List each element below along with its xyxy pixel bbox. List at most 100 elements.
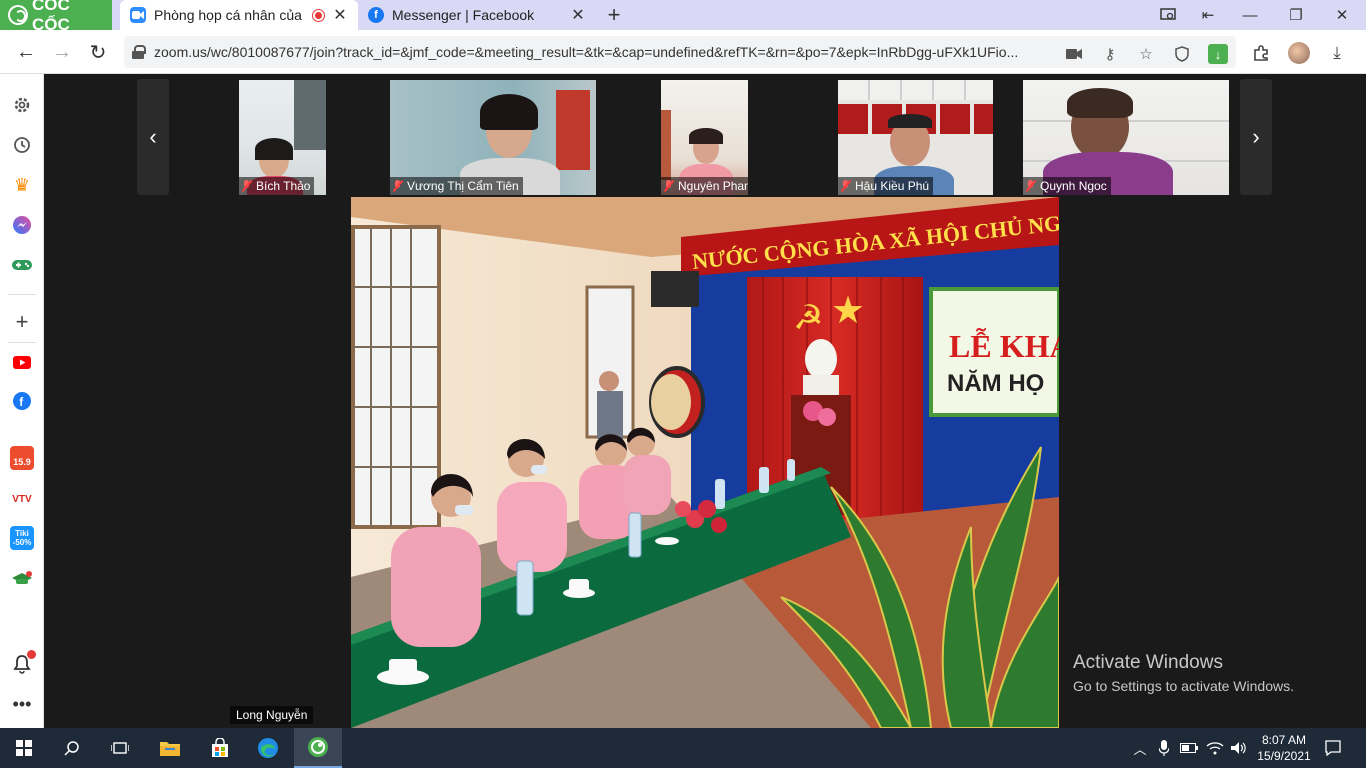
microphone-muted-icon bbox=[241, 180, 253, 192]
tiki-label: Tiki bbox=[15, 529, 29, 538]
tab-title: Messenger | Facebook bbox=[392, 7, 535, 23]
restore-button[interactable]: ❐ bbox=[1274, 0, 1318, 30]
shield-icon[interactable] bbox=[1172, 44, 1192, 64]
minimize-button[interactable]: — bbox=[1228, 0, 1272, 30]
battery-icon[interactable] bbox=[1178, 728, 1200, 768]
key-icon[interactable]: ⚷ bbox=[1100, 44, 1120, 64]
close-tab-icon[interactable]: ✕ bbox=[332, 5, 348, 25]
vtv-go-icon[interactable]: VTV bbox=[10, 487, 34, 511]
store-icon[interactable] bbox=[196, 728, 244, 768]
sidebar-divider bbox=[8, 294, 36, 295]
forward-button[interactable]: → bbox=[48, 38, 76, 66]
vtv-label: VTV bbox=[12, 493, 32, 505]
close-tab-icon[interactable]: ✕ bbox=[570, 5, 586, 25]
recording-indicator-icon bbox=[313, 9, 324, 21]
start-button[interactable] bbox=[0, 728, 48, 768]
zoom-meeting-view: ‹ › Bích Thảo Vương Thị Cẩm Tiên Nguyên … bbox=[44, 74, 1366, 728]
profile-avatar[interactable] bbox=[1288, 42, 1310, 64]
activate-title: Activate Windows bbox=[1073, 652, 1223, 673]
previous-page-button[interactable]: ‹ bbox=[137, 79, 169, 195]
notifications-icon[interactable] bbox=[10, 650, 36, 676]
participant-video-tile[interactable]: Quynh Ngoc bbox=[1023, 80, 1229, 195]
facebook-icon[interactable]: f bbox=[10, 389, 34, 413]
zoom-icon bbox=[130, 7, 146, 23]
participant-name-label: Hậu Kiều Phú bbox=[838, 177, 934, 195]
notification-badge bbox=[27, 650, 36, 659]
browser-brand[interactable]: CỐC CỐC bbox=[0, 0, 112, 34]
url-text[interactable]: zoom.us/wc/8010087677/join?track_id=&jmf… bbox=[154, 44, 1054, 60]
tab-search-icon[interactable] bbox=[1146, 0, 1190, 30]
extensions-icon[interactable] bbox=[1250, 42, 1272, 64]
shopee-icon[interactable]: 15.9 bbox=[10, 446, 34, 470]
add-icon[interactable]: + bbox=[10, 309, 34, 334]
edge-browser-icon[interactable] bbox=[244, 728, 292, 768]
youtube-icon[interactable] bbox=[10, 350, 34, 374]
bookmark-star-icon[interactable]: ☆ bbox=[1136, 44, 1156, 64]
clock-date: 15/9/2021 bbox=[1257, 749, 1311, 763]
microphone-muted-icon bbox=[840, 180, 852, 192]
action-center-icon[interactable] bbox=[1318, 728, 1348, 768]
microphone-muted-icon bbox=[663, 180, 675, 192]
settings-icon[interactable] bbox=[10, 93, 34, 117]
microphone-muted-icon bbox=[1025, 180, 1037, 192]
gamepad-icon[interactable] bbox=[10, 253, 34, 277]
new-tab-button[interactable]: + bbox=[602, 2, 626, 28]
back-button[interactable]: ← bbox=[12, 38, 40, 66]
tab-bar: CỐC CỐC Phòng họp cá nhân của L ✕ f Mess… bbox=[0, 0, 1366, 34]
show-hidden-icons-icon[interactable]: ︿ bbox=[1130, 728, 1150, 768]
volume-icon[interactable] bbox=[1228, 728, 1250, 768]
task-view-icon[interactable] bbox=[96, 728, 144, 768]
tiki-badge: -50% bbox=[12, 538, 32, 547]
participant-name-label: Vương Thị Cẩm Tiên bbox=[390, 177, 523, 195]
crown-icon[interactable]: ♛ bbox=[10, 173, 34, 197]
hammer-sickle-icon: ☭ bbox=[793, 298, 823, 338]
participant-video-tile[interactable]: Bích Thảo bbox=[239, 80, 326, 195]
downloads-icon[interactable]: ⤓ bbox=[1326, 42, 1348, 64]
active-speaker-name: Long Nguyễn bbox=[230, 706, 314, 724]
tab-title: Phòng họp cá nhân của L bbox=[154, 7, 305, 23]
messenger-icon[interactable] bbox=[10, 213, 34, 237]
ceremony-scene-image: NƯỚC CỘNG HÒA XÃ HỘI CHỦ NGHĨA VIỆ ☭ ★ L… bbox=[351, 197, 1059, 728]
board-title: LỄ KHA bbox=[949, 328, 1059, 364]
activate-subtitle: Go to Settings to activate Windows. bbox=[1073, 678, 1294, 694]
participant-name-label: Quynh Ngoc bbox=[1023, 177, 1111, 195]
wifi-icon[interactable] bbox=[1204, 728, 1226, 768]
close-window-button[interactable]: ✕ bbox=[1320, 0, 1364, 30]
reload-button[interactable]: ↻ bbox=[84, 38, 112, 66]
microphone-icon[interactable] bbox=[1154, 728, 1174, 768]
search-icon[interactable] bbox=[48, 728, 96, 768]
coccoc-taskbar-icon[interactable] bbox=[294, 728, 342, 768]
sidebar-toggle-icon[interactable]: ⇤ bbox=[1186, 0, 1230, 30]
active-speaker-video[interactable]: NƯỚC CỘNG HÒA XÃ HỘI CHỦ NGHĨA VIỆ ☭ ★ L… bbox=[351, 197, 1059, 728]
address-toolbar: ← → ↻ zoom.us/wc/8010087677/join?track_i… bbox=[0, 30, 1366, 74]
system-clock[interactable]: 8:07 AM 15/9/2021 bbox=[1248, 732, 1320, 764]
download-video-icon[interactable]: ↓ bbox=[1208, 44, 1228, 64]
shopee-label: 15.9 bbox=[13, 457, 31, 467]
activate-windows-watermark: Activate Windows Go to Settings to activ… bbox=[1073, 652, 1294, 694]
browser-sidebar: ♛ + f 15.9 VTV Tiki -50% ••• bbox=[0, 74, 44, 728]
lock-icon[interactable] bbox=[132, 45, 146, 59]
clock-time: 8:07 AM bbox=[1261, 733, 1307, 747]
education-icon[interactable] bbox=[10, 567, 34, 591]
facebook-icon: f bbox=[368, 7, 384, 23]
participant-video-tile[interactable]: Vương Thị Cẩm Tiên bbox=[390, 80, 596, 195]
tab-zoom-meeting[interactable]: Phòng họp cá nhân của L ✕ bbox=[120, 0, 358, 30]
tab-messenger[interactable]: f Messenger | Facebook ✕ bbox=[358, 0, 596, 30]
coccoc-logo-icon bbox=[8, 5, 28, 25]
file-explorer-icon[interactable] bbox=[146, 728, 194, 768]
participant-name-label: Bích Thảo bbox=[239, 177, 315, 195]
participant-video-tile[interactable]: Nguyên Phan Thảo bbox=[661, 80, 748, 195]
camera-icon[interactable] bbox=[1064, 44, 1084, 64]
microphone-muted-icon bbox=[392, 180, 404, 192]
participant-name-label: Nguyên Phan Thảo bbox=[661, 177, 748, 195]
star-icon: ★ bbox=[831, 288, 865, 332]
next-page-button[interactable]: › bbox=[1240, 79, 1272, 195]
windows-taskbar: ︿ 8:07 AM 15/9/2021 bbox=[0, 728, 1366, 768]
board-subtitle: NĂM HỌ bbox=[947, 369, 1044, 397]
participant-video-tile[interactable]: Hậu Kiều Phú bbox=[838, 80, 993, 195]
history-icon[interactable] bbox=[10, 133, 34, 157]
sidebar-divider bbox=[8, 342, 36, 343]
more-icon[interactable]: ••• bbox=[10, 692, 34, 716]
tiki-icon[interactable]: Tiki -50% bbox=[10, 526, 34, 550]
address-bar[interactable]: zoom.us/wc/8010087677/join?track_id=&jmf… bbox=[124, 36, 1236, 68]
